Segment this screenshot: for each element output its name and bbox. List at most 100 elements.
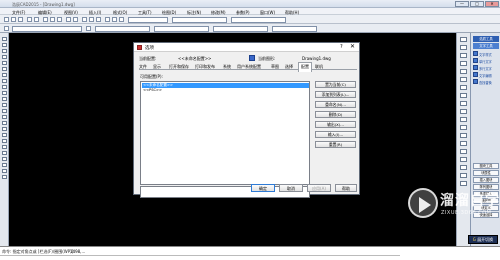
palette-icon[interactable] [119, 17, 124, 22]
offset-icon[interactable] [460, 61, 467, 66]
tab-user-preferences[interactable]: 用户系统配置 [237, 64, 261, 70]
tab-display[interactable]: 显示 [153, 64, 161, 70]
scale-icon[interactable] [460, 93, 467, 98]
palette-header-text[interactable]: 文字工具 [473, 43, 499, 49]
pedit-icon[interactable] [460, 181, 467, 186]
boundary-icon[interactable] [2, 169, 7, 173]
copy-object-icon[interactable] [460, 45, 467, 50]
lineweight-combo[interactable] [213, 26, 268, 32]
ok-button[interactable]: 确定 [251, 184, 275, 192]
revcloud-icon[interactable] [2, 175, 7, 179]
plotstyle-combo[interactable] [272, 26, 317, 32]
tab-plot-publish[interactable]: 打印和发布 [195, 64, 215, 70]
palette-item-single-text[interactable]: 单行文字 [479, 59, 492, 64]
cloud-icon[interactable] [2, 79, 7, 83]
dialog-title-bar[interactable]: 选项 ? ✕ [134, 43, 359, 52]
palette-item-text-edit[interactable]: 文字编辑 [479, 73, 492, 78]
status-tooltip[interactable]: G 展开切换 [468, 235, 498, 244]
export-button[interactable]: 输出(X)... [315, 121, 356, 128]
erase-icon[interactable] [460, 37, 467, 42]
circle-icon[interactable] [2, 73, 7, 77]
insert-block-icon[interactable] [2, 103, 7, 107]
make-current-icon[interactable] [86, 26, 91, 31]
wipeout-icon[interactable] [2, 157, 7, 161]
chamfer-icon[interactable] [460, 141, 467, 146]
lengthen-icon[interactable] [460, 165, 467, 170]
help-button[interactable]: 帮助 [335, 184, 357, 192]
join-icon[interactable] [460, 133, 467, 138]
ellipse-arc-icon[interactable] [2, 97, 7, 101]
polygon-icon[interactable] [2, 55, 7, 59]
tab-open-save[interactable]: 打开和保存 [169, 64, 189, 70]
add-selected-icon[interactable] [2, 151, 7, 155]
command-input[interactable] [0, 255, 400, 260]
palette-item-text-style[interactable]: 文字样式 [479, 52, 492, 57]
properties-icon[interactable] [105, 17, 110, 22]
region-icon[interactable] [2, 133, 7, 137]
tab-profiles[interactable]: 配置 [298, 62, 312, 72]
textstyle-combo[interactable] [172, 17, 227, 23]
explode-icon[interactable] [460, 157, 467, 162]
hatch-icon[interactable] [2, 121, 7, 125]
layer-manager-icon[interactable] [4, 26, 9, 31]
palette-item-find-replace[interactable]: 查找替换 [479, 80, 492, 85]
mtext-icon[interactable] [2, 145, 7, 149]
palette-header-tools[interactable]: 浩辰工具 [473, 36, 499, 42]
close-icon[interactable]: ✕ [350, 43, 355, 50]
table-icon[interactable] [2, 139, 7, 143]
break-icon[interactable] [460, 125, 467, 130]
ellipse-icon[interactable] [2, 91, 7, 95]
list-item[interactable]: <<PSC>> [143, 88, 162, 92]
profiles-list[interactable]: <<未命名配置>> <<PSC>> [140, 81, 310, 185]
rotate-icon[interactable] [460, 85, 467, 90]
maximize-button[interactable]: □ [470, 1, 484, 7]
linetype-combo[interactable] [154, 26, 209, 32]
reset-button[interactable]: 重置(R) [315, 141, 356, 148]
extend-icon[interactable] [460, 117, 467, 122]
move-icon[interactable] [460, 77, 467, 82]
line-icon[interactable] [2, 37, 7, 41]
palette-item-multi-text[interactable]: 多行文字 [479, 66, 492, 71]
import-button[interactable]: 输入(I)... [315, 131, 356, 138]
help-icon[interactable]: ? [340, 44, 343, 50]
rectangle-icon[interactable] [2, 61, 7, 65]
trim-icon[interactable] [460, 109, 467, 114]
color-combo[interactable] [95, 26, 150, 32]
set-current-button[interactable]: 置为当前(C) [315, 81, 356, 88]
array-icon[interactable] [460, 69, 467, 74]
tab-files[interactable]: 文件 [139, 64, 147, 70]
layer-combo[interactable] [12, 26, 82, 32]
palette-button-block-attr[interactable]: 块属性 [473, 170, 499, 176]
open-icon[interactable] [11, 17, 16, 22]
mirror-icon[interactable] [460, 53, 467, 58]
palette-button-insert-block[interactable]: 插入图块 [473, 177, 499, 183]
cut-icon[interactable] [43, 17, 48, 22]
make-block-icon[interactable] [2, 109, 7, 113]
rename-button[interactable]: 重命名(N)... [315, 101, 356, 108]
tab-online[interactable]: 联机 [315, 64, 323, 70]
arc-icon[interactable] [2, 67, 7, 71]
align-icon[interactable] [460, 173, 467, 178]
stretch-icon[interactable] [460, 101, 467, 106]
spline-icon[interactable] [2, 85, 7, 89]
new-icon[interactable] [4, 17, 9, 22]
xline-icon[interactable] [2, 43, 7, 47]
zoom-icon[interactable] [89, 17, 94, 22]
delete-button[interactable]: 删除(D) [315, 111, 356, 118]
zoom-window-icon[interactable] [96, 17, 101, 22]
add-to-list-button[interactable]: 添加到列表(L)... [315, 91, 356, 98]
tab-system[interactable]: 系统 [223, 64, 231, 70]
copy-icon[interactable] [50, 17, 55, 22]
save-icon[interactable] [18, 17, 23, 22]
minimize-button[interactable]: — [455, 1, 469, 7]
fillet-icon[interactable] [460, 149, 467, 154]
design-center-icon[interactable] [112, 17, 117, 22]
tab-selection[interactable]: 选择 [285, 64, 293, 70]
undo-icon[interactable] [66, 17, 71, 22]
close-window-button[interactable]: ✕ [485, 1, 499, 7]
palette-button-block-tools[interactable]: 图块工具 [473, 163, 499, 169]
point-icon[interactable] [2, 115, 7, 119]
polyline-icon[interactable] [2, 49, 7, 53]
paste-icon[interactable] [57, 17, 62, 22]
gradient-icon[interactable] [2, 127, 7, 131]
